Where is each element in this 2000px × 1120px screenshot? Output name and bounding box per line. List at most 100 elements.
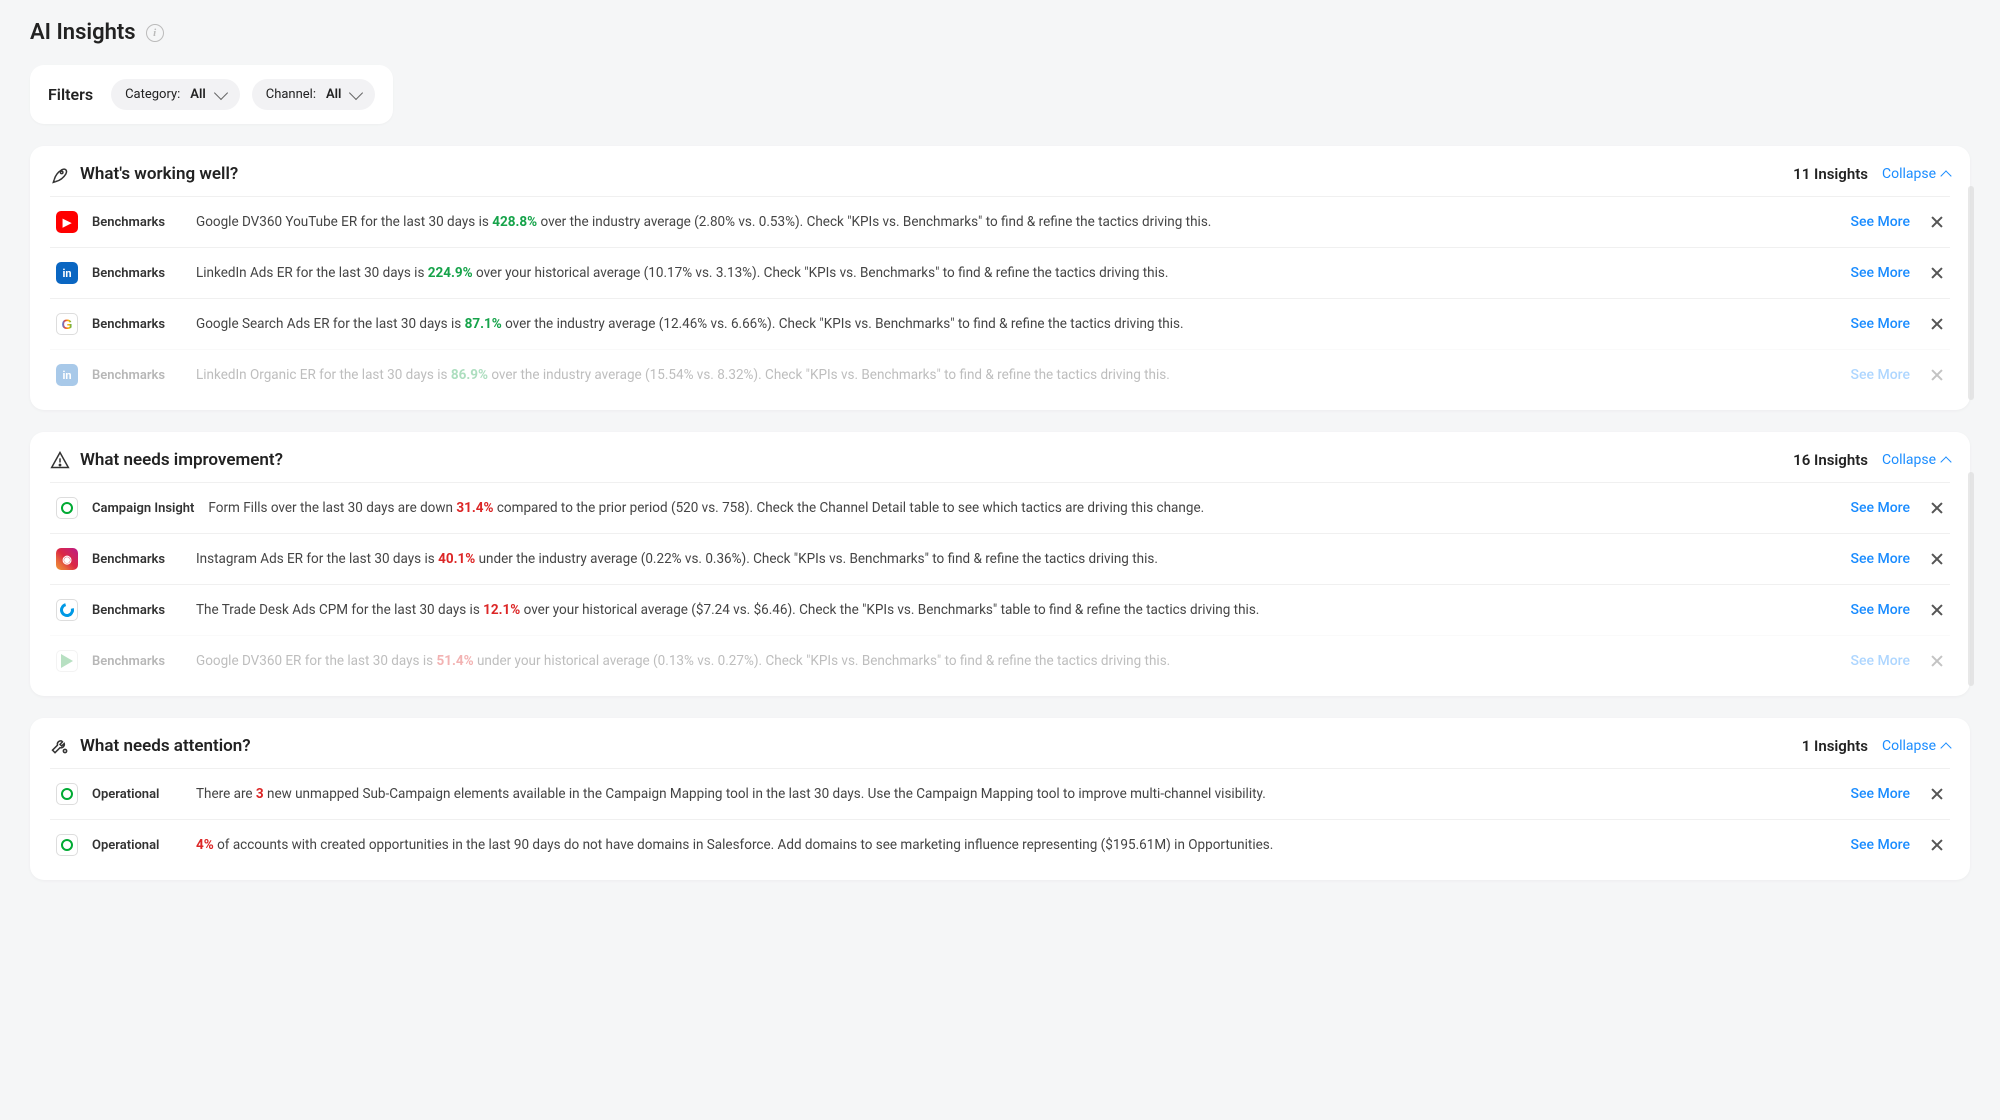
see-more-link[interactable]: See More <box>1851 551 1910 567</box>
chevron-down-icon <box>214 85 228 99</box>
insight-text: There are 3 new unmapped Sub-Campaign el… <box>196 786 1837 802</box>
google-icon: G <box>56 313 78 335</box>
close-icon[interactable] <box>1930 654 1944 668</box>
dv360-icon <box>56 650 78 672</box>
close-icon[interactable] <box>1930 787 1944 801</box>
insight-row: G Benchmarks Google Search Ads ER for th… <box>50 298 1950 349</box>
close-icon[interactable] <box>1930 215 1944 229</box>
insight-row: Benchmarks The Trade Desk Ads CPM for th… <box>50 584 1950 635</box>
insight-metric: 31.4% <box>456 500 493 516</box>
section-title: What needs improvement? <box>80 450 1783 470</box>
section-improvement: What needs improvement? 16 Insights Coll… <box>30 432 1970 696</box>
page-title: AI Insights <box>30 20 136 45</box>
insight-text: 4% of accounts with created opportunitie… <box>196 837 1837 853</box>
arrow-up-icon <box>1940 742 1951 753</box>
insight-metric: 224.9% <box>428 265 473 281</box>
insight-tag: Benchmarks <box>92 654 182 669</box>
arrow-up-icon <box>1940 170 1951 181</box>
rocket-icon <box>50 164 70 184</box>
scrollbar[interactable] <box>1968 472 1974 686</box>
campaign-icon <box>56 497 78 519</box>
linkedin-icon: in <box>56 364 78 386</box>
insight-text: The Trade Desk Ads CPM for the last 30 d… <box>196 602 1837 618</box>
insight-tag: Benchmarks <box>92 552 182 567</box>
section-working: What's working well? 11 Insights Collaps… <box>30 146 1970 410</box>
page-header: AI Insights i <box>30 20 1970 45</box>
tradedesk-icon <box>56 599 78 621</box>
collapse-button[interactable]: Collapse <box>1882 166 1950 182</box>
insight-metric: 12.1% <box>483 602 520 618</box>
see-more-link[interactable]: See More <box>1851 786 1910 802</box>
see-more-link[interactable]: See More <box>1851 500 1910 516</box>
filters-label: Filters <box>48 85 93 104</box>
see-more-link[interactable]: See More <box>1851 316 1910 332</box>
section-title: What needs attention? <box>80 736 1792 756</box>
category-filter-value: All <box>190 87 205 102</box>
info-icon[interactable]: i <box>146 24 164 42</box>
see-more-link[interactable]: See More <box>1851 214 1910 230</box>
collapse-button[interactable]: Collapse <box>1882 738 1950 754</box>
section-header: What needs attention? 1 Insights Collaps… <box>50 736 1950 756</box>
insight-text: Google DV360 ER for the last 30 days is … <box>196 653 1837 669</box>
warning-icon <box>50 450 70 470</box>
close-icon[interactable] <box>1930 838 1944 852</box>
close-icon[interactable] <box>1930 603 1944 617</box>
channel-filter-label: Channel: <box>266 87 316 102</box>
close-icon[interactable] <box>1930 317 1944 331</box>
filter-bar: Filters Category: All Channel: All <box>30 65 393 124</box>
see-more-link[interactable]: See More <box>1851 265 1910 281</box>
insight-row: Campaign Insight Form Fills over the las… <box>50 482 1950 533</box>
insight-tag: Operational <box>92 838 182 853</box>
insight-metric: 428.8% <box>492 214 537 230</box>
see-more-link[interactable]: See More <box>1851 837 1910 853</box>
close-icon[interactable] <box>1930 501 1944 515</box>
insight-metric: 51.4% <box>436 653 473 669</box>
category-filter-label: Category: <box>125 87 180 102</box>
insight-text: Google DV360 YouTube ER for the last 30 … <box>196 214 1837 230</box>
see-more-link[interactable]: See More <box>1851 367 1910 383</box>
collapse-button[interactable]: Collapse <box>1882 452 1950 468</box>
channel-filter-value: All <box>326 87 341 102</box>
insight-text: Google Search Ads ER for the last 30 day… <box>196 316 1837 332</box>
insight-metric: 4% <box>196 837 214 853</box>
section-title: What's working well? <box>80 164 1783 184</box>
close-icon[interactable] <box>1930 368 1944 382</box>
insight-metric: 40.1% <box>438 551 475 567</box>
insight-metric: 87.1% <box>465 316 502 332</box>
insight-tag: Benchmarks <box>92 368 182 383</box>
instagram-icon: ◉ <box>56 548 78 570</box>
insight-row: ◉ Benchmarks Instagram Ads ER for the la… <box>50 533 1950 584</box>
insight-count: 11 Insights <box>1793 165 1868 183</box>
arrow-up-icon <box>1940 456 1951 467</box>
insight-text: Instagram Ads ER for the last 30 days is… <box>196 551 1837 567</box>
section-header: What's working well? 11 Insights Collaps… <box>50 164 1950 184</box>
insight-tag: Benchmarks <box>92 215 182 230</box>
chevron-down-icon <box>349 85 363 99</box>
insight-metric: 3 <box>256 786 264 802</box>
youtube-icon: ▶ <box>56 211 78 233</box>
insight-count: 1 Insights <box>1802 737 1868 755</box>
insight-tag: Benchmarks <box>92 603 182 618</box>
close-icon[interactable] <box>1930 552 1944 566</box>
insight-row: ▶ Benchmarks Google DV360 YouTube ER for… <box>50 196 1950 247</box>
insight-count: 16 Insights <box>1793 451 1868 469</box>
wrench-icon <box>50 736 70 756</box>
insight-metric: 86.9% <box>451 367 488 383</box>
scrollbar[interactable] <box>1968 186 1974 400</box>
insight-tag: Benchmarks <box>92 317 182 332</box>
linkedin-icon: in <box>56 262 78 284</box>
insight-row: in Benchmarks LinkedIn Organic ER for th… <box>50 349 1950 400</box>
insight-text: Form Fills over the last 30 days are dow… <box>208 500 1836 516</box>
section-header: What needs improvement? 16 Insights Coll… <box>50 450 1950 470</box>
channel-filter[interactable]: Channel: All <box>252 79 376 110</box>
insight-row: in Benchmarks LinkedIn Ads ER for the la… <box>50 247 1950 298</box>
insight-text: LinkedIn Organic ER for the last 30 days… <box>196 367 1837 383</box>
insight-text: LinkedIn Ads ER for the last 30 days is … <box>196 265 1837 281</box>
see-more-link[interactable]: See More <box>1851 653 1910 669</box>
campaign-icon <box>56 783 78 805</box>
insight-row: Operational 4% of accounts with created … <box>50 819 1950 870</box>
category-filter[interactable]: Category: All <box>111 79 240 110</box>
see-more-link[interactable]: See More <box>1851 602 1910 618</box>
campaign-icon <box>56 834 78 856</box>
close-icon[interactable] <box>1930 266 1944 280</box>
